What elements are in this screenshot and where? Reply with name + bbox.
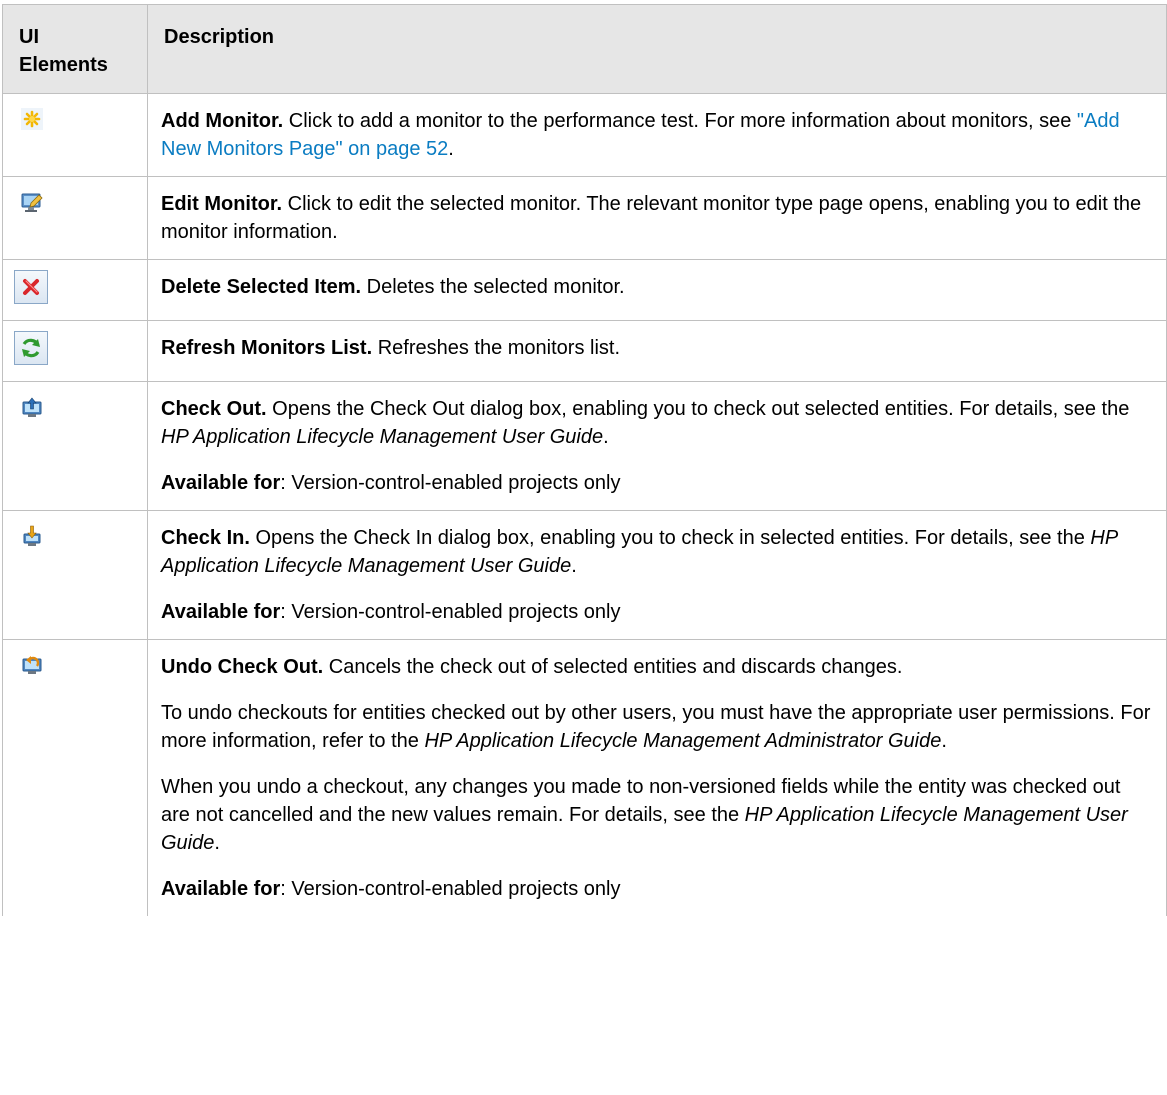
- description-paragraph: Undo Check Out. Cancels the check out of…: [161, 653, 1152, 681]
- description-cell: Check In. Opens the Check In dialog box,…: [147, 510, 1167, 640]
- description-cell: Delete Selected Item. Deletes the select…: [147, 259, 1167, 321]
- description-text: Opens the Check In dialog box, enabling …: [249, 527, 1091, 549]
- table-header-row: UI Elements Description: [2, 4, 1167, 94]
- description-paragraph: Refresh Monitors List. Refreshes the mon…: [161, 334, 1152, 362]
- availability-text: : Version-control-enabled projects only: [280, 472, 621, 494]
- availability-label: Available for: [161, 472, 281, 494]
- guide-title: HP Application Lifecycle Management Admi…: [424, 730, 942, 752]
- description-tail: .: [941, 730, 947, 752]
- description-text: Click to edit the selected monitor. The …: [161, 193, 1142, 243]
- table-row: Undo Check Out. Cancels the check out of…: [2, 639, 1167, 916]
- refresh-icon[interactable]: [14, 331, 48, 365]
- table-row: Refresh Monitors List. Refreshes the mon…: [2, 320, 1167, 382]
- description-text: Click to add a monitor to the performanc…: [283, 110, 1077, 132]
- description-cell: Refresh Monitors List. Refreshes the mon…: [147, 320, 1167, 382]
- description-paragraph: Add Monitor. Click to add a monitor to t…: [161, 107, 1152, 163]
- availability-paragraph: Available for: Version-control-enabled p…: [161, 598, 1152, 626]
- availability-label: Available for: [161, 601, 281, 623]
- description-paragraph: Delete Selected Item. Deletes the select…: [161, 273, 1152, 301]
- table-row: Delete Selected Item. Deletes the select…: [2, 259, 1167, 321]
- element-title: Delete Selected Item.: [161, 276, 362, 298]
- description-text: Deletes the selected monitor.: [361, 276, 625, 298]
- description-cell: Add Monitor. Click to add a monitor to t…: [147, 93, 1167, 177]
- description-tail: .: [214, 832, 220, 854]
- check-out-icon[interactable]: [21, 396, 43, 418]
- icon-cell: [2, 93, 148, 177]
- table-row: Add Monitor. Click to add a monitor to t…: [2, 93, 1167, 177]
- description-cell: Check Out. Opens the Check Out dialog bo…: [147, 381, 1167, 511]
- description-cell: Edit Monitor. Click to edit the selected…: [147, 176, 1167, 260]
- description-tail: .: [448, 138, 454, 160]
- ui-elements-table: UI Elements Description Add Monitor. Cli…: [2, 4, 1167, 916]
- element-title: Edit Monitor.: [161, 193, 283, 215]
- table-row: Edit Monitor. Click to edit the selected…: [2, 176, 1167, 260]
- icon-cell: [2, 176, 148, 260]
- description-cell: Undo Check Out. Cancels the check out of…: [147, 639, 1167, 916]
- availability-paragraph: Available for: Version-control-enabled p…: [161, 469, 1152, 497]
- header-description: Description: [147, 4, 1167, 94]
- availability-paragraph: Available for: Version-control-enabled p…: [161, 875, 1152, 903]
- header-ui-elements-line2: Elements: [19, 54, 108, 76]
- element-title: Check Out.: [161, 398, 267, 420]
- description-paragraph: Check In. Opens the Check In dialog box,…: [161, 524, 1152, 580]
- description-tail: .: [571, 555, 577, 577]
- description-text: Refreshes the monitors list.: [372, 337, 621, 359]
- icon-cell: [2, 320, 148, 382]
- table-row: Check Out. Opens the Check Out dialog bo…: [2, 381, 1167, 511]
- delete-icon[interactable]: [14, 270, 48, 304]
- description-text: Cancels the check out of selected entiti…: [323, 656, 903, 678]
- description-paragraph: Check Out. Opens the Check Out dialog bo…: [161, 395, 1152, 451]
- edit-monitor-icon[interactable]: [21, 191, 43, 213]
- add-monitor-icon[interactable]: [21, 108, 43, 130]
- description-text: Opens the Check Out dialog box, enabling…: [266, 398, 1130, 420]
- undo-check-out-icon[interactable]: [21, 654, 43, 676]
- icon-cell: [2, 510, 148, 640]
- header-ui-elements: UI Elements: [2, 4, 148, 94]
- table-row: Check In. Opens the Check In dialog box,…: [2, 510, 1167, 640]
- description-paragraph: Edit Monitor. Click to edit the selected…: [161, 190, 1152, 246]
- element-title: Refresh Monitors List.: [161, 337, 373, 359]
- element-title: Undo Check Out.: [161, 656, 324, 678]
- availability-text: : Version-control-enabled projects only: [280, 878, 621, 900]
- permissions-paragraph: To undo checkouts for entities checked o…: [161, 699, 1152, 755]
- guide-title: HP Application Lifecycle Management User…: [161, 426, 604, 448]
- description-tail: .: [603, 426, 609, 448]
- element-title: Add Monitor.: [161, 110, 284, 132]
- element-title: Check In.: [161, 527, 250, 549]
- availability-text: : Version-control-enabled projects only: [280, 601, 621, 623]
- check-in-icon[interactable]: [21, 525, 43, 547]
- availability-label: Available for: [161, 878, 281, 900]
- changes-paragraph: When you undo a checkout, any changes yo…: [161, 773, 1152, 857]
- icon-cell: [2, 259, 148, 321]
- header-ui-elements-line1: UI: [19, 26, 39, 48]
- icon-cell: [2, 381, 148, 511]
- icon-cell: [2, 639, 148, 916]
